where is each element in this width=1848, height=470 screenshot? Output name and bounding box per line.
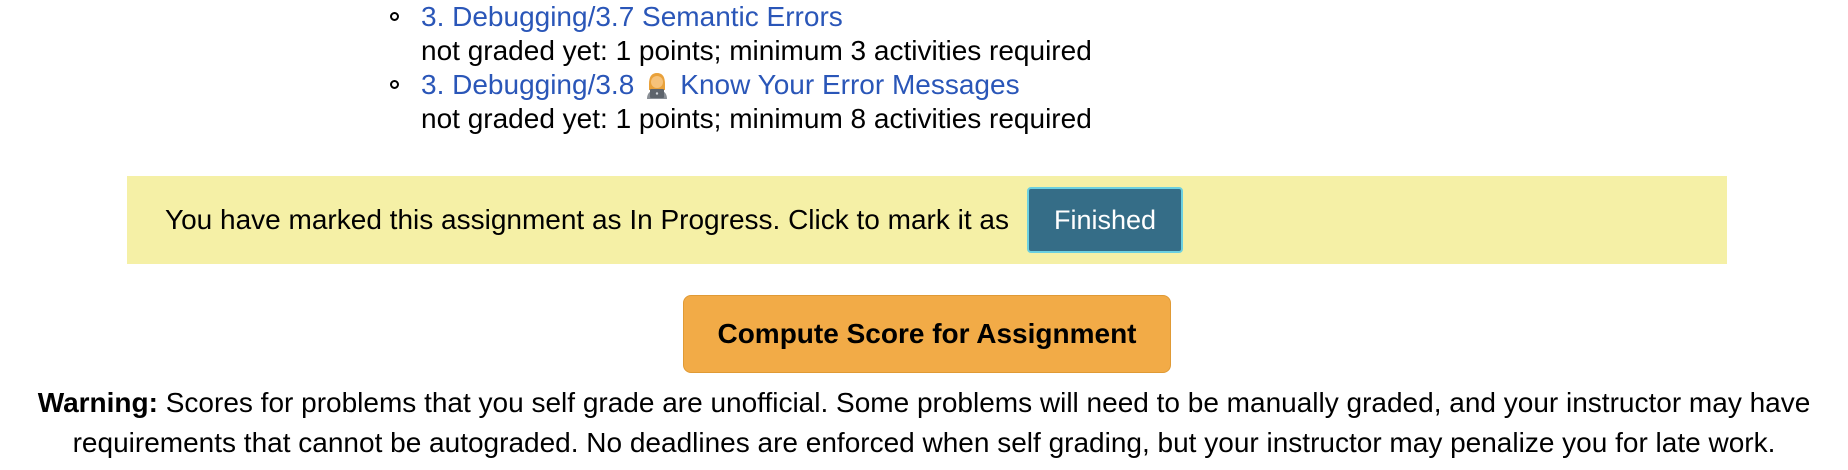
activity-link-error-messages[interactable]: 3. Debugging/3.8 Know Your Error Message… xyxy=(421,68,1020,102)
compute-score-button[interactable]: Compute Score for Assignment xyxy=(683,295,1171,373)
activity-link-semantic-errors[interactable]: 3. Debugging/3.7 Semantic Errors xyxy=(421,0,843,34)
activity-link-prefix: 3. Debugging/3.8 xyxy=(421,69,635,100)
warning-message: Warning: Scores for problems that you se… xyxy=(20,383,1828,463)
warning-text: Scores for problems that you self grade … xyxy=(72,387,1811,458)
activity-list: 3. Debugging/3.7 Semantic Errors not gra… xyxy=(390,0,1092,136)
list-item: 3. Debugging/3.7 Semantic Errors not gra… xyxy=(390,0,1092,68)
assignment-status-bar: You have marked this assignment as In Pr… xyxy=(127,176,1727,264)
status-message: You have marked this assignment as In Pr… xyxy=(165,204,1009,235)
list-item: 3. Debugging/3.8 Know Your Error Message… xyxy=(390,68,1092,136)
person-with-laptop-icon xyxy=(647,73,668,99)
activity-link-suffix: Know Your Error Messages xyxy=(680,69,1020,100)
assignment-page: 3. Debugging/3.7 Semantic Errors not gra… xyxy=(0,0,1848,470)
activity-note: not graded yet: 1 points; minimum 3 acti… xyxy=(421,35,1092,66)
bullet-icon xyxy=(390,12,399,21)
warning-label: Warning: xyxy=(37,387,158,418)
mark-finished-button[interactable]: Finished xyxy=(1027,187,1184,253)
activity-link-label: 3. Debugging/3.7 Semantic Errors xyxy=(421,1,843,32)
activity-note: not graded yet: 1 points; minimum 8 acti… xyxy=(421,103,1092,134)
bullet-icon xyxy=(390,80,399,89)
